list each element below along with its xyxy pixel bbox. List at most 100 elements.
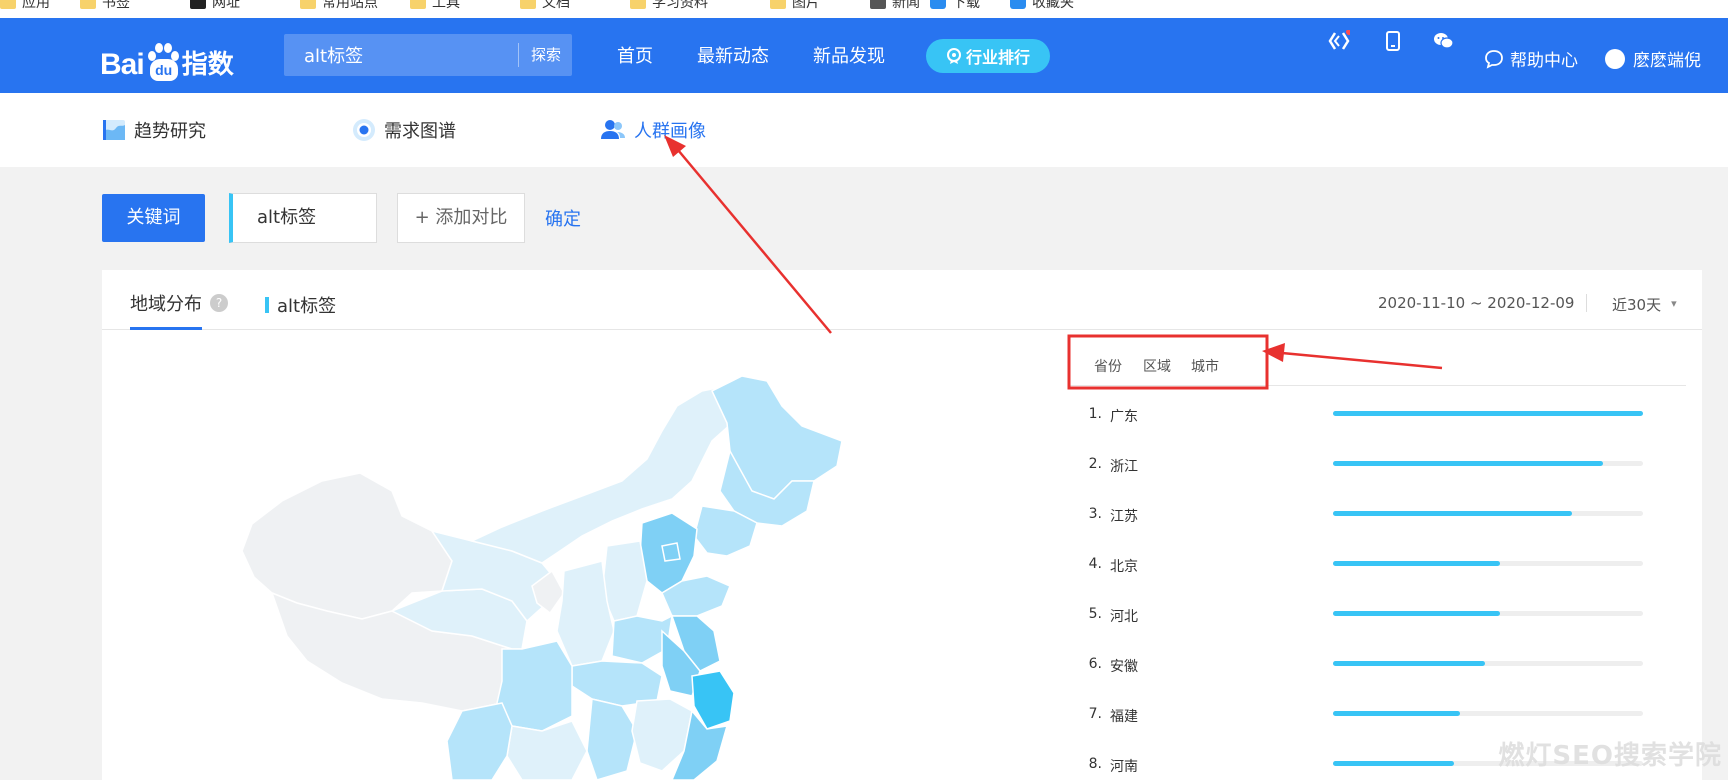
panel-header: 地域分布 ? alt标签 2020-11-10 ~ 2020-12-09 近30… (102, 270, 1702, 330)
date-divider (1586, 294, 1587, 312)
add-compare-button[interactable]: + 添加对比 (397, 193, 525, 243)
folder-icon (870, 0, 886, 9)
rank-bar-fill (1333, 561, 1501, 566)
search-divider (518, 43, 519, 67)
keyword-field[interactable]: alt标签 (229, 193, 377, 243)
user-menu[interactable]: 麽麽端倪 (1605, 46, 1701, 71)
folder-icon (190, 0, 206, 9)
bookmark-label: 网址 (212, 0, 240, 11)
bookmark-label: 学习资料 (652, 0, 708, 11)
bookmark-label: 工具 (432, 0, 460, 11)
rank-number: 3. (1088, 506, 1102, 522)
subnav-trend-research[interactable]: 趋势研究 (102, 117, 206, 143)
paw-icon: du (146, 42, 180, 82)
bookmark-item[interactable]: 学习资料 (630, 0, 708, 13)
explore-button[interactable]: 探索 (520, 34, 572, 76)
folder-icon (80, 0, 96, 9)
bookmark-item[interactable]: 网址 (190, 0, 240, 13)
bookmark-item[interactable]: 文档 (520, 0, 570, 13)
rank-number: 6. (1088, 656, 1102, 672)
bookmark-item[interactable]: 书签 (80, 0, 130, 13)
users-icon (601, 120, 625, 139)
rank-bar-fill (1333, 711, 1461, 716)
ranking-row: 2. 浙江 (1080, 456, 1680, 478)
tab-city[interactable]: 城市 (1191, 356, 1219, 376)
ranking-row: 7. 福建 (1080, 706, 1680, 728)
rank-number: 5. (1088, 606, 1102, 622)
bookmark-item[interactable]: 工具 (410, 0, 460, 13)
ranking-row: 3. 江苏 (1080, 506, 1680, 528)
tab-region-distribution[interactable]: 地域分布 ? (130, 290, 228, 316)
nav-latest-news[interactable]: 最新动态 (697, 42, 769, 68)
province-name: 北京 (1110, 559, 1138, 575)
province-name: 安徽 (1110, 659, 1138, 675)
map-region-yunnan (446, 702, 513, 780)
avatar (1605, 48, 1625, 69)
watermark: 燃灯SEO搜索学院 (1498, 741, 1722, 771)
folder-icon (300, 0, 316, 9)
rank-number: 2. (1088, 456, 1102, 472)
keyword-button[interactable]: 关键词 (102, 194, 205, 242)
baidu-index-logo[interactable]: Bai du 指数 (100, 32, 234, 82)
nav-home[interactable]: 首页 (617, 42, 653, 68)
province-name: 浙江 (1110, 459, 1138, 475)
tab-area[interactable]: 区域 (1143, 356, 1171, 376)
bookmark-label: 文档 (542, 0, 570, 11)
series-legend: alt标签 (265, 292, 336, 318)
subnav-demand-graph[interactable]: 需求图谱 (352, 117, 456, 143)
mobile-icon[interactable] (1382, 30, 1404, 52)
industry-rank-button[interactable]: 行业排行 (926, 39, 1050, 73)
series-name: alt标签 (277, 296, 337, 317)
map-region-guizhou (506, 720, 588, 780)
bookmarks-bar: 应用 书签 网址 常用站点 工具 文档 学习资料 图片 新闻 下载 收藏夹 (0, 0, 1728, 18)
folder-icon (630, 0, 646, 9)
china-heat-map (102, 331, 1062, 780)
bookmark-item[interactable]: 新闻 (870, 0, 920, 13)
rank-bar-track (1333, 661, 1643, 666)
trophy-icon (946, 48, 961, 64)
rank-bar-fill (1333, 411, 1643, 416)
rank-bar-track (1333, 711, 1643, 716)
province-name: 福建 (1110, 709, 1138, 725)
rank-bar-fill (1333, 461, 1603, 466)
ranking-row: 5. 河北 (1080, 606, 1680, 628)
active-tab-indicator (130, 327, 202, 330)
search-input[interactable] (284, 34, 520, 76)
logo-zhishu-text: 指数 (181, 50, 234, 80)
date-range[interactable]: 2020-11-10 ~ 2020-12-09 (1378, 294, 1574, 312)
bookmark-label: 收藏夹 (1032, 0, 1074, 11)
ranking-row: 6. 安徽 (1080, 656, 1680, 678)
map-region-beijing (661, 542, 681, 562)
bookmark-item[interactable]: 收藏夹 (1010, 0, 1074, 13)
bookmark-label: 常用站点 (322, 0, 378, 11)
folder-icon (0, 0, 16, 9)
region-type-tabs: 省份 区域 城市 (1070, 336, 1686, 386)
chat-bubble-icon (1485, 49, 1503, 69)
tab-province[interactable]: 省份 (1094, 356, 1122, 376)
subnav-trend-label: 趋势研究 (134, 121, 206, 142)
bookmark-item[interactable]: 图片 (770, 0, 820, 13)
nav-new-products[interactable]: 新品发现 (813, 42, 885, 68)
bookmark-item[interactable]: 下载 (930, 0, 980, 13)
main-nav: 首页 最新动态 新品发现 (617, 34, 885, 76)
bookmark-item[interactable]: 常用站点 (300, 0, 378, 13)
help-question-icon[interactable]: ? (210, 294, 228, 312)
subnav-crowd-portrait[interactable]: 人群画像 (600, 117, 706, 143)
bookmark-item[interactable]: 应用 (0, 0, 50, 13)
region-distribution-panel: 地域分布 ? alt标签 2020-11-10 ~ 2020-12-09 近30… (102, 270, 1702, 780)
ranking-row: 4. 北京 (1080, 556, 1680, 578)
subnav-crowd-label: 人群画像 (634, 121, 706, 142)
rank-bar-track (1333, 561, 1643, 566)
confirm-link[interactable]: 确定 (545, 205, 581, 231)
subnav-demand-label: 需求图谱 (384, 121, 456, 142)
target-icon (353, 119, 375, 141)
help-center-label: 帮助中心 (1510, 51, 1578, 71)
rank-bar-track (1333, 511, 1643, 516)
diamond-app-icon[interactable] (1328, 30, 1350, 52)
period-select[interactable]: 近30天 ▾ (1612, 294, 1677, 315)
wechat-icon[interactable] (1432, 30, 1454, 52)
bookmark-label: 应用 (22, 0, 50, 11)
help-center-link[interactable]: 帮助中心 (1484, 46, 1578, 71)
logo-du-text: du (149, 59, 178, 81)
logo-bai-text: Bai (100, 48, 145, 81)
